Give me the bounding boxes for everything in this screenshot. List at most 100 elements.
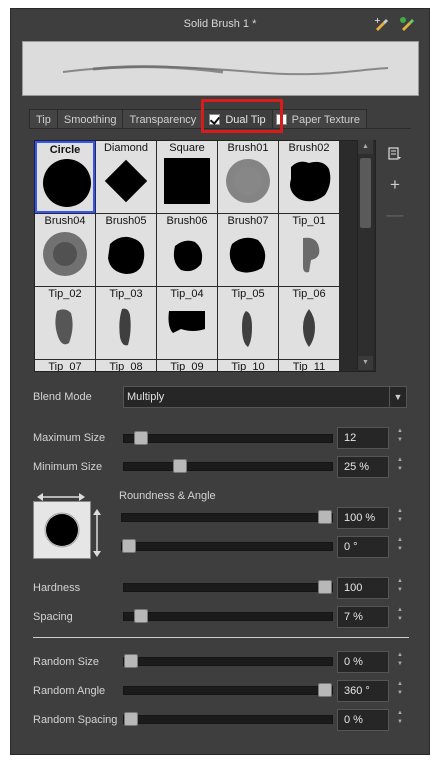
- tab-tip[interactable]: Tip: [29, 109, 58, 129]
- random-size-field[interactable]: 0 %: [337, 651, 389, 673]
- slider-handle[interactable]: [134, 609, 148, 623]
- blend-mode-label: Blend Mode: [33, 391, 92, 403]
- tip-item[interactable]: Tip_09: [157, 360, 217, 372]
- spacing-stepper[interactable]: ▲ ▼: [395, 606, 405, 624]
- tip-item[interactable]: Brush07: [218, 214, 278, 286]
- tip-item[interactable]: Tip_08: [96, 360, 156, 371]
- tip-label: Tip_01: [292, 215, 326, 227]
- tip-item[interactable]: Tip_04: [157, 287, 217, 359]
- random-angle-stepper[interactable]: ▲ ▼: [395, 680, 405, 698]
- tip-menu-icon[interactable]: [386, 147, 404, 164]
- tip-label: Tip_03: [109, 288, 143, 300]
- slider-handle[interactable]: [124, 654, 138, 668]
- tip-item[interactable]: Tip_05: [218, 287, 278, 359]
- remove-tip-button[interactable]: —: [386, 206, 404, 223]
- maximum-size-slider[interactable]: [123, 431, 333, 445]
- roundness-slider[interactable]: [121, 510, 333, 524]
- tip-label: Brush07: [227, 215, 269, 227]
- roundness-field[interactable]: 100 %: [337, 507, 389, 529]
- random-angle-slider[interactable]: [123, 683, 333, 697]
- tab-bar: Tip Smoothing Transparency Dual Tip Pape…: [29, 109, 367, 129]
- random-spacing-field[interactable]: 0 %: [337, 709, 389, 731]
- scroll-thumb[interactable]: [360, 158, 371, 228]
- tip-label: Tip_02: [48, 288, 82, 300]
- spacing-slider[interactable]: [123, 609, 333, 623]
- random-spacing-stepper[interactable]: ▲ ▼: [395, 709, 405, 727]
- tab-paper-texture[interactable]: Paper Texture: [271, 109, 367, 129]
- section-divider: [33, 637, 409, 638]
- tip-item[interactable]: Circle: [35, 141, 95, 213]
- angle-field[interactable]: 0 °: [337, 536, 389, 558]
- slider-handle[interactable]: [318, 580, 332, 594]
- slider-handle[interactable]: [122, 539, 136, 553]
- angle-stepper[interactable]: ▲ ▼: [395, 536, 405, 554]
- callout-highlight: [201, 99, 283, 133]
- random-spacing-slider[interactable]: [123, 712, 333, 726]
- tab-smoothing[interactable]: Smoothing: [56, 109, 124, 129]
- tip-shape-preview[interactable]: [33, 501, 91, 559]
- tip-label: Brush02: [288, 142, 330, 154]
- angle-slider[interactable]: [121, 539, 333, 553]
- hardness-stepper[interactable]: ▲ ▼: [395, 577, 405, 595]
- random-angle-field[interactable]: 360 °: [337, 680, 389, 702]
- tip-label: Circle: [49, 144, 81, 156]
- minimum-size-slider[interactable]: [123, 459, 333, 473]
- random-angle-label: Random Angle: [33, 685, 106, 697]
- hardness-field[interactable]: 100: [337, 577, 389, 599]
- minimum-size-label: Minimum Size: [33, 461, 103, 473]
- tip-item[interactable]: Tip_06: [279, 287, 339, 359]
- brush-color-icon[interactable]: [399, 16, 415, 32]
- tip-item[interactable]: Tip_03: [96, 287, 156, 359]
- stroke-preview: [22, 41, 419, 96]
- slider-handle[interactable]: [124, 712, 138, 726]
- tip-item[interactable]: Brush01: [218, 141, 278, 213]
- tip-label: Tip_09: [170, 361, 204, 372]
- minimum-size-field[interactable]: 25 %: [337, 456, 389, 478]
- hardness-slider[interactable]: [123, 580, 333, 594]
- tip-label: Brush01: [227, 142, 269, 154]
- chevron-down-icon[interactable]: ▼: [389, 387, 406, 407]
- tip-item[interactable]: Tip_02: [35, 287, 95, 359]
- scroll-up-icon[interactable]: ▲: [358, 140, 373, 154]
- spacing-field[interactable]: 7 %: [337, 606, 389, 628]
- hardness-label: Hardness: [33, 582, 81, 594]
- maximum-size-field[interactable]: 12: [337, 427, 389, 449]
- tip-label: Brush05: [105, 215, 147, 227]
- roundness-stepper[interactable]: ▲ ▼: [395, 507, 405, 525]
- tip-label: Square: [169, 142, 205, 154]
- tip-label: Tip_04: [170, 288, 204, 300]
- brush-plus-icon[interactable]: +: [373, 16, 389, 32]
- slider-handle[interactable]: [134, 431, 148, 445]
- tip-item[interactable]: Brush02: [279, 141, 339, 213]
- minimum-size-stepper[interactable]: ▲ ▼: [395, 456, 405, 474]
- add-tip-button[interactable]: +: [386, 176, 404, 193]
- tip-item[interactable]: Tip_01: [279, 214, 339, 286]
- tip-label: Tip_11: [292, 361, 326, 372]
- slider-handle[interactable]: [318, 683, 332, 697]
- random-size-slider[interactable]: [123, 654, 333, 668]
- random-size-stepper[interactable]: ▲ ▼: [395, 651, 405, 669]
- tip-item[interactable]: Brush06: [157, 214, 217, 286]
- tip-item[interactable]: Brush04: [35, 214, 95, 286]
- tip-item[interactable]: Square: [157, 141, 217, 213]
- tab-transparency[interactable]: Transparency: [122, 109, 204, 129]
- tip-label: Tip_07: [48, 361, 82, 372]
- tip-scrollbar[interactable]: ▲ ▼: [357, 140, 373, 370]
- tab-label: Smoothing: [63, 113, 117, 126]
- tip-item[interactable]: Brush05: [96, 214, 156, 286]
- tip-grid: Circle Diamond Square Brush01 Brush02 Brush04…: [35, 141, 339, 372]
- tip-label: Tip_06: [292, 288, 326, 300]
- brush-properties-panel: Solid Brush 1 * + Tip Smoothing Transpar…: [10, 8, 430, 755]
- blend-mode-value: Multiply: [127, 391, 165, 403]
- slider-handle[interactable]: [318, 510, 332, 524]
- tip-item[interactable]: Tip_10: [218, 360, 278, 371]
- tip-item[interactable]: Diamond: [96, 141, 156, 213]
- slider-handle[interactable]: [173, 459, 187, 473]
- tip-item[interactable]: Tip_07: [35, 360, 95, 372]
- tip-label: Diamond: [103, 142, 149, 154]
- tip-item[interactable]: Tip_11: [279, 360, 339, 372]
- maximum-size-stepper[interactable]: ▲ ▼: [395, 427, 405, 445]
- scroll-down-icon[interactable]: ▼: [358, 356, 373, 370]
- tip-label: Tip_05: [231, 288, 265, 300]
- blend-mode-select[interactable]: Multiply ▼: [123, 386, 407, 408]
